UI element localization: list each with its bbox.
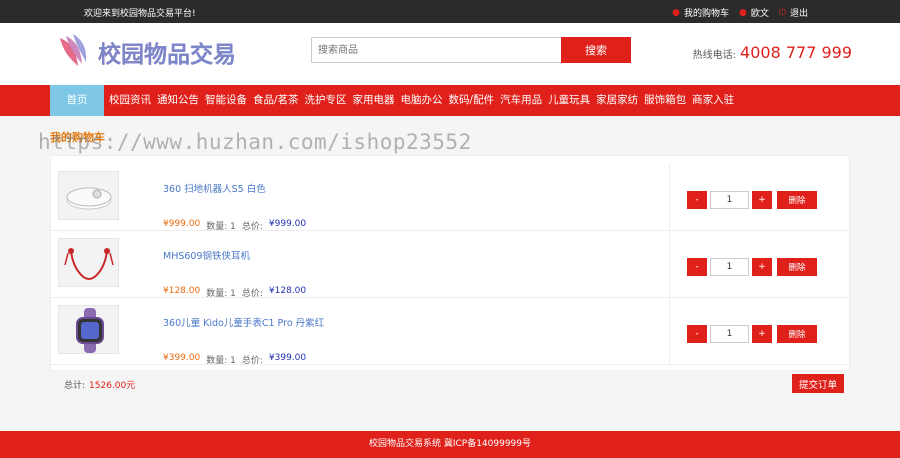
submit-order-button[interactable]: 提交订单 xyxy=(792,374,844,393)
nav-item[interactable]: 智能设备 xyxy=(202,85,250,116)
qty-controls: - + 删除 xyxy=(687,325,817,343)
cart-list: 360 扫地机器人S5 白色 ¥999.00 数量: 1 总价: ¥999.00… xyxy=(50,155,851,371)
divider xyxy=(669,231,670,298)
logo-text: 校园物品交易 xyxy=(98,35,236,69)
product-image[interactable] xyxy=(58,305,119,354)
nav-item[interactable]: 数码/配件 xyxy=(446,85,498,116)
robot-vacuum-icon xyxy=(66,187,112,210)
top-bar: 欢迎来到校园物品交易平台! ● 我的购物车 ● 欧文 ⏻ 退出 xyxy=(0,0,900,23)
nav-item[interactable]: 家用电器 xyxy=(350,85,398,116)
hotline: 热线电话: 4008 777 999 xyxy=(693,43,852,62)
user-icon: ● xyxy=(672,7,680,18)
nav-item[interactable]: 食品/茗茶 xyxy=(250,85,302,116)
nav-item[interactable]: 服饰箱包 xyxy=(641,85,689,116)
nav-item[interactable]: 电脑办公 xyxy=(398,85,446,116)
wings-logo-icon xyxy=(60,34,87,66)
quantity-input[interactable] xyxy=(710,258,749,276)
product-name[interactable]: 360 扫地机器人S5 白色 xyxy=(163,181,266,195)
summary-label: 总计: xyxy=(64,381,86,391)
smartwatch-icon xyxy=(76,308,104,353)
welcome-text: 欢迎来到校园物品交易平台! xyxy=(84,9,196,19)
username-link[interactable]: ● 欧文 xyxy=(738,6,769,20)
order-summary: 总计: 1526.00元 xyxy=(64,378,135,391)
decrease-button[interactable]: - xyxy=(687,191,707,209)
cart-row: MHS609钢铁侠耳机 ¥128.00 数量: 1 总价: ¥128.00 - … xyxy=(51,231,851,299)
logout-link[interactable]: ⏻ 退出 xyxy=(778,6,808,20)
cart-link[interactable]: ● 我的购物车 xyxy=(672,6,729,20)
nav-item[interactable]: 汽车用品 xyxy=(497,85,545,116)
nav-item[interactable]: 校园资讯 xyxy=(106,85,154,116)
cart-row: 360 扫地机器人S5 白色 ¥999.00 数量: 1 总价: ¥999.00… xyxy=(51,164,851,232)
header: 校园物品交易 搜索 热线电话: 4008 777 999 xyxy=(0,23,900,85)
product-meta: ¥399.00 数量: 1 总价: ¥399.00 xyxy=(163,353,306,366)
power-icon: ⏻ xyxy=(778,7,786,18)
hotline-label: 热线电话: xyxy=(692,50,737,61)
delete-button[interactable]: 删除 xyxy=(777,191,817,209)
search-button[interactable]: 搜索 xyxy=(561,37,631,63)
search-bar: 搜索 xyxy=(311,37,631,63)
row-total: ¥399.00 xyxy=(268,353,307,363)
nav-item[interactable]: 儿童玩具 xyxy=(545,85,593,116)
decrease-button[interactable]: - xyxy=(687,258,707,276)
qty-controls: - + 删除 xyxy=(687,258,817,276)
product-image[interactable] xyxy=(58,238,119,287)
top-links: ● 我的购物车 ● 欧文 ⏻ 退出 xyxy=(672,6,808,20)
quantity-input[interactable] xyxy=(710,191,749,209)
qty-label: 数量: 1 xyxy=(206,356,236,366)
search-input[interactable] xyxy=(311,37,561,63)
summary-amount: 1526.00元 xyxy=(89,381,136,391)
total-label: 总价: xyxy=(241,356,263,366)
username-label: 欧文 xyxy=(750,9,769,19)
product-image[interactable] xyxy=(58,171,119,220)
increase-button[interactable]: + xyxy=(752,325,772,343)
logout-label: 退出 xyxy=(789,9,808,19)
unit-price: ¥399.00 xyxy=(163,353,201,363)
quantity-input[interactable] xyxy=(710,325,749,343)
increase-button[interactable]: + xyxy=(752,258,772,276)
nav-item[interactable]: 洗护专区 xyxy=(302,85,350,116)
main-nav: 首页 校园资讯 通知公告 智能设备 食品/茗茶 洗护专区 家用电器 电脑办公 数… xyxy=(0,85,900,116)
cart-link-label: 我的购物车 xyxy=(683,9,729,19)
page-title: 我的购物车 xyxy=(50,131,105,144)
product-name[interactable]: 360儿童 Kido儿童手表C1 Pro 丹紫红 xyxy=(163,315,324,329)
product-name[interactable]: MHS609钢铁侠耳机 xyxy=(163,248,250,262)
qty-controls: - + 删除 xyxy=(687,191,817,209)
nav-item[interactable]: 家居家纺 xyxy=(593,85,641,116)
cart-row: 360儿童 Kido儿童手表C1 Pro 丹紫红 ¥399.00 数量: 1 总… xyxy=(51,298,851,366)
delete-button[interactable]: 删除 xyxy=(777,325,817,343)
decrease-button[interactable]: - xyxy=(687,325,707,343)
user-icon: ● xyxy=(738,7,747,18)
hotline-number: 4008 777 999 xyxy=(740,43,852,62)
delete-button[interactable]: 删除 xyxy=(777,258,817,276)
nav-item[interactable]: 通知公告 xyxy=(154,85,202,116)
nav-item-home[interactable]: 首页 xyxy=(50,85,104,116)
footer: 校园物品交易系统 冀ICP备14099999号 xyxy=(0,431,900,458)
logo[interactable]: 校园物品交易 xyxy=(56,32,236,72)
earphones-icon xyxy=(64,248,114,281)
increase-button[interactable]: + xyxy=(752,191,772,209)
divider xyxy=(669,298,670,365)
nav-item[interactable]: 商家入驻 xyxy=(689,85,737,116)
divider xyxy=(669,164,670,231)
